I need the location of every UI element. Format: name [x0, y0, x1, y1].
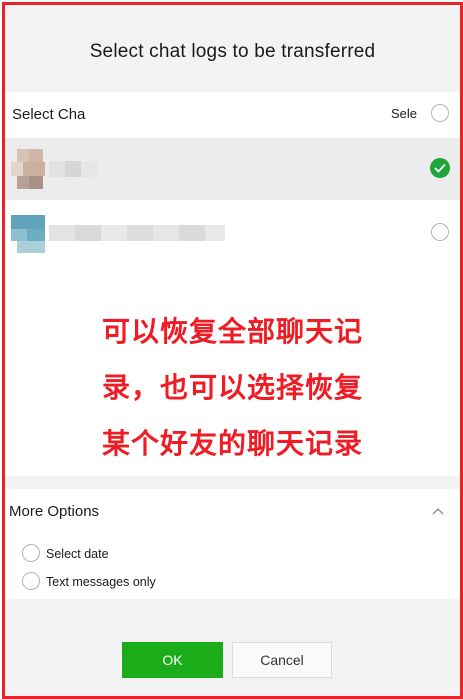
- text-only-radio[interactable]: [22, 572, 40, 590]
- blurred-avatar: [11, 215, 45, 255]
- dialog-title: Select chat logs to be transferred: [89, 41, 376, 62]
- blurred-contact-name: [49, 161, 99, 177]
- cancel-button[interactable]: Cancel: [232, 642, 332, 678]
- blurred-contact-name: [49, 225, 229, 241]
- text-only-label: Text messages only: [46, 575, 156, 589]
- more-options-panel: More Options Select date Text messages o…: [5, 489, 460, 599]
- ok-button[interactable]: OK: [122, 642, 223, 678]
- chat-list-header: Select Cha Sele: [5, 92, 460, 136]
- unselected-radio[interactable]: [431, 223, 449, 241]
- chat-row[interactable]: [5, 202, 460, 264]
- checked-icon[interactable]: [430, 158, 450, 178]
- more-options-title[interactable]: More Options: [9, 503, 99, 520]
- select-date-radio[interactable]: [22, 544, 40, 562]
- annotation-overlay: 可以恢复全部聊天记 录，也可以选择恢复 某个好友的聊天记录: [5, 304, 460, 472]
- annotation-line-1: 可以恢复全部聊天记: [101, 315, 363, 348]
- select-chats-label: Select Cha: [12, 106, 86, 123]
- dialog-frame: Select chat logs to be transferred Selec…: [2, 2, 463, 699]
- select-date-label: Select date: [46, 547, 109, 561]
- select-all-label[interactable]: Sele: [391, 106, 417, 121]
- chat-row[interactable]: [5, 138, 460, 200]
- chevron-up-icon[interactable]: [432, 507, 444, 515]
- select-all-radio[interactable]: [431, 104, 449, 122]
- annotation-line-2: 录，也可以选择恢复: [101, 371, 363, 404]
- blurred-avatar: [11, 149, 45, 189]
- annotation-line-3: 某个好友的聊天记录: [101, 427, 363, 460]
- chat-list-panel: Select Cha Sele 可以恢复全部聊天记 录，也可以选择恢复 某个好友…: [5, 92, 460, 476]
